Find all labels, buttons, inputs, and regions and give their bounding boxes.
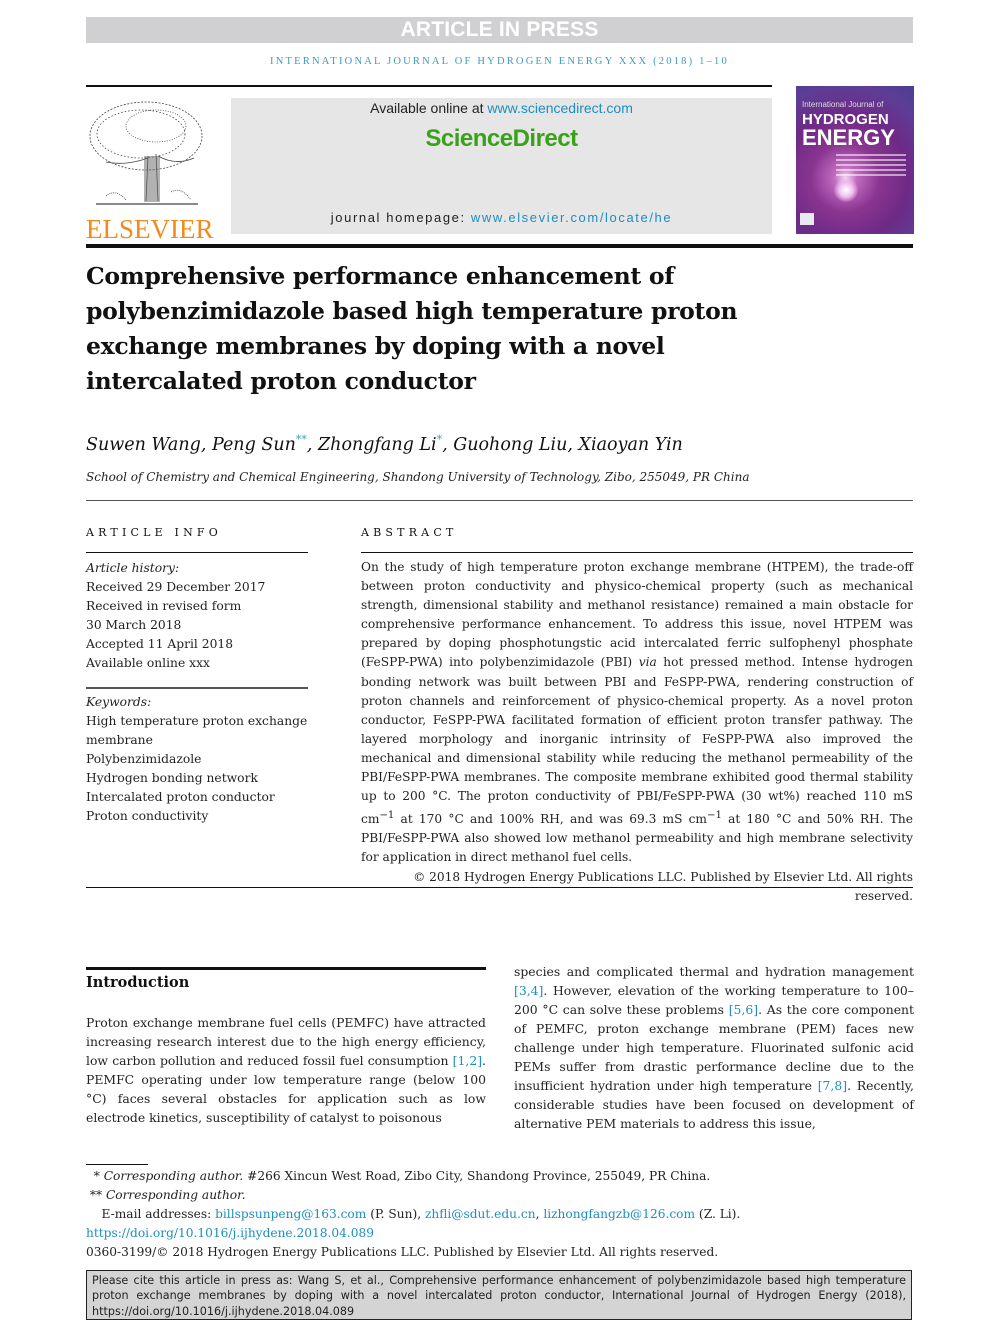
history-item: Accepted 11 April 2018 [86, 637, 234, 651]
homepage-prefix: journal homepage: [330, 210, 471, 225]
email-label: E-mail addresses: [101, 1207, 216, 1221]
keyword-item: High temperature proton exchange [86, 714, 308, 728]
cover-orb-graphic [834, 178, 858, 202]
introduction-heading: Introduction [86, 974, 190, 991]
keyword-item: Polybenzimidazole [86, 752, 202, 766]
keywords-rule [86, 687, 308, 689]
email-line: E-mail addresses: billspsunpeng@163.com … [86, 1205, 786, 1224]
footnote-label: Corresponding author. [105, 1188, 246, 1202]
article-history: Article history: Received 29 December 20… [86, 559, 316, 673]
elsevier-tree-icon [89, 101, 203, 205]
article-in-press-banner: ARTICLE IN PRESS [86, 17, 913, 43]
abstract-paragraph: On the study of high temperature proton … [361, 558, 913, 868]
abstract-superscript: −1 [707, 810, 722, 822]
author[interactable]: Suwen Wang [86, 435, 201, 455]
cover-publisher-badge-icon [800, 213, 814, 225]
article-title: Comprehensive performance enhancement of… [86, 262, 738, 395]
journal-cover-image[interactable]: International Journal of HYDROGEN ENERGY [796, 86, 914, 234]
header-bottom-rule [86, 244, 913, 248]
banner-text: ARTICLE IN PRESS [400, 18, 599, 41]
body-text: species and complicated thermal and hydr… [514, 964, 914, 979]
article-info-heading: ARTICLE INFO [86, 526, 222, 539]
abstract-body: On the study of high temperature proton … [361, 558, 913, 906]
author[interactable]: Xiaoyan Yin [579, 435, 683, 455]
elsevier-logo[interactable]: ELSEVIER [86, 96, 214, 243]
introduction-column-1: Proton exchange membrane fuel cells (PEM… [86, 1013, 486, 1127]
cover-title-line2: ENERGY [802, 125, 895, 150]
author[interactable]: Peng Sun [212, 435, 296, 455]
affiliation-rule [86, 500, 913, 501]
citation-box: Please cite this article in press as: Wa… [86, 1270, 912, 1320]
abstract-text: On the study of high temperature proton … [361, 560, 913, 670]
citation-link[interactable]: [1,2] [453, 1053, 482, 1068]
available-online-line: Available online at www.sciencedirect.co… [231, 100, 772, 116]
email-link[interactable]: lizhongfangzb@126.com [543, 1207, 695, 1221]
journal-homepage-link[interactable]: www.elsevier.com/locate/he [471, 210, 672, 225]
footnotes: * Corresponding author. #266 Xincun West… [86, 1167, 786, 1262]
elsevier-wordmark: ELSEVIER [86, 214, 214, 244]
keywords: Keywords: High temperature proton exchan… [86, 693, 316, 826]
footnote-mark: ** [89, 1188, 106, 1202]
footnote-label: Corresponding author. [103, 1169, 244, 1183]
issn-copyright: 0360-3199/© 2018 Hydrogen Energy Publica… [86, 1245, 719, 1259]
footnote-text: #266 Xincun West Road, Zibo City, Shando… [243, 1169, 711, 1183]
cover-subtitle: International Journal of [802, 100, 884, 109]
email-link[interactable]: billspsunpeng@163.com [215, 1207, 366, 1221]
section-divider [86, 887, 913, 888]
doi-link[interactable]: https://doi.org/10.1016/j.ijhydene.2018.… [86, 1226, 374, 1240]
history-label: Article history: [86, 561, 180, 575]
author[interactable]: Zhongfang Li [318, 435, 437, 455]
footnote-1: * Corresponding author. #266 Xincun West… [86, 1167, 786, 1186]
keywords-label: Keywords: [86, 695, 152, 709]
author[interactable]: Guohong Liu [453, 435, 567, 455]
available-prefix: Available online at [370, 100, 488, 116]
sciencedirect-box: Available online at www.sciencedirect.co… [231, 98, 772, 234]
citation-link[interactable]: [5,6] [729, 1002, 758, 1017]
keyword-item: membrane [86, 733, 153, 747]
abstract-text: hot pressed method. Intense hydrogen bon… [361, 655, 913, 827]
footnote-rule [86, 1164, 148, 1165]
corresponding-mark[interactable]: ** [296, 433, 307, 446]
email-owner: (P. Sun), [366, 1207, 425, 1221]
journal-running-header: International Journal of Hydrogen Energy… [270, 56, 729, 67]
journal-homepage-line: journal homepage: www.elsevier.com/locat… [231, 210, 772, 225]
keyword-item: Intercalated proton conductor [86, 790, 275, 804]
introduction-column-2: species and complicated thermal and hydr… [514, 962, 914, 1133]
footnote-2: ** Corresponding author. [86, 1186, 786, 1205]
keyword-item: Proton conductivity [86, 809, 209, 823]
sciencedirect-logo[interactable]: ScienceDirect [231, 125, 772, 153]
email-link[interactable]: zhfli@sdut.edu.cn [425, 1207, 536, 1221]
citation-link[interactable]: [3,4] [514, 983, 543, 998]
abstract-text: via [638, 655, 657, 670]
abstract-rule [361, 552, 913, 553]
article-info-rule [86, 552, 308, 553]
abstract-text: at 170 °C and 100% RH, and was 69.3 mS c… [394, 812, 707, 827]
history-item: 30 March 2018 [86, 618, 182, 632]
affiliation: School of Chemistry and Chemical Enginee… [86, 470, 750, 484]
keyword-item: Hydrogen bonding network [86, 771, 258, 785]
abstract-heading: ABSTRACT [361, 526, 458, 539]
header-top-rule [86, 85, 772, 87]
footnote-mark: * [93, 1169, 104, 1183]
introduction-rule [86, 967, 486, 970]
history-item: Received in revised form [86, 599, 242, 613]
sciencedirect-link[interactable]: www.sciencedirect.com [487, 100, 633, 116]
body-text: Proton exchange membrane fuel cells (PEM… [86, 1015, 486, 1068]
abstract-superscript: −1 [379, 810, 395, 822]
citation-link[interactable]: [7,8] [818, 1078, 847, 1093]
cover-editor-list [836, 154, 906, 179]
history-item: Received 29 December 2017 [86, 580, 266, 594]
corresponding-mark[interactable]: * [437, 433, 443, 446]
history-item: Available online xxx [86, 656, 210, 670]
email-owner: (Z. Li). [695, 1207, 741, 1221]
author-list: Suwen Wang, Peng Sun**, Zhongfang Li*, G… [86, 433, 683, 455]
